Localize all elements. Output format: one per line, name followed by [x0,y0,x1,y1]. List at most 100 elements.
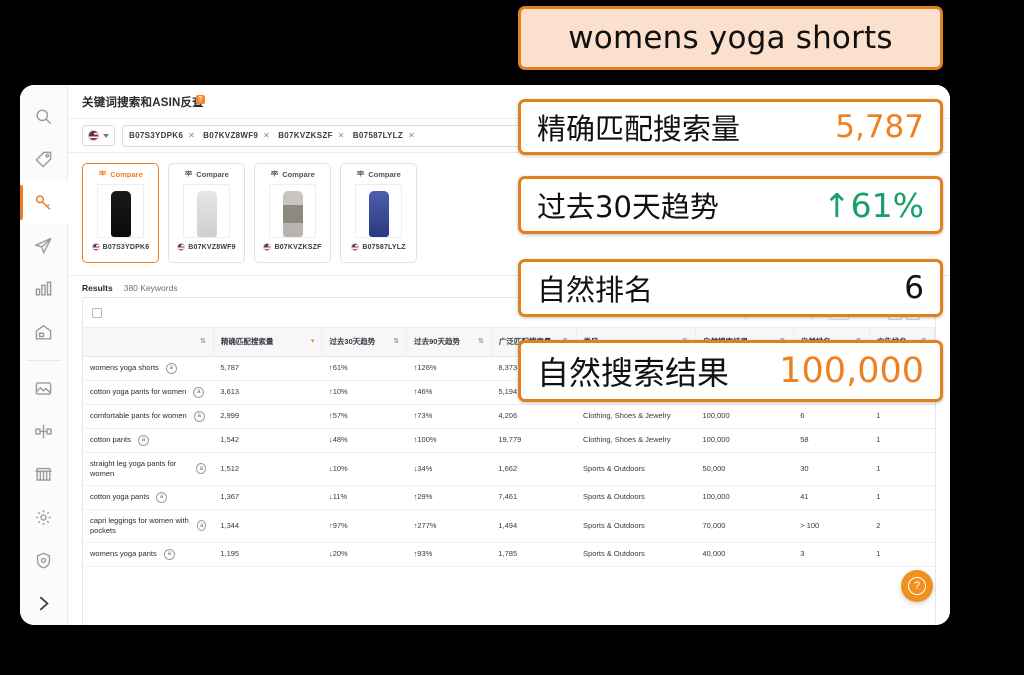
sidebar-expand-button[interactable] [20,582,68,625]
sort-icon[interactable]: ▾ [311,338,315,345]
column-label: 精确匹配搜索量 [221,336,274,347]
sort-icon[interactable]: ⇅ [393,338,399,345]
product-thumbnail [355,184,402,238]
cell-trend-90: ↑277% [407,509,492,542]
amazon-badge-icon[interactable]: a [197,520,206,531]
compare-icon [184,169,193,180]
table-row[interactable]: comfortable pants for womena2,999↑57%↑73… [83,404,935,428]
callout-exact-match-volume: 精确匹配搜索量 5,787 [518,99,943,155]
help-badge-icon[interactable]: ? [196,95,205,104]
amazon-badge-icon[interactable]: a [138,435,149,446]
results-label: Results [82,283,113,293]
compare-toggle[interactable]: Compare [184,169,229,180]
compare-label: Compare [282,170,315,179]
close-icon[interactable]: ✕ [338,131,345,140]
compare-toggle[interactable]: Compare [98,169,143,180]
callout-title-text: womens yoga shorts [568,20,893,56]
cell-organic-results: 100,000 [696,428,794,452]
compare-icon [270,169,279,180]
asin-chip[interactable]: B07587LYLZ ✕ [353,131,420,140]
asin-chip[interactable]: B07S3YDPK6 ✕ [129,131,200,140]
marketplace-select[interactable] [82,125,115,146]
storefront-icon [34,323,53,342]
cell-ad-rank: 1 [869,452,934,485]
table-row[interactable]: straight leg yoga pants for womena1,512↓… [83,452,935,485]
callout-organic-results: 自然搜索结果 100,000 [518,340,943,402]
sort-icon[interactable]: ⇅ [200,338,206,345]
sidebar-item-tag[interactable] [20,138,68,181]
table-row[interactable]: cotton pantsa1,542↓48%↑100%19,779Clothin… [83,428,935,452]
tag-icon [34,150,53,169]
compare-icon [356,169,365,180]
keyword-label: cotton pants [90,435,131,445]
cell-category: Sports & Outdoors [576,543,695,567]
close-icon[interactable]: ✕ [263,131,270,140]
table-row[interactable]: womens yoga pantsa1,195↓20%↑93%1,785Spor… [83,543,935,567]
asin-chip-label: B07S3YDPK6 [129,131,183,140]
close-icon[interactable]: ✕ [408,131,415,140]
callout-label: 自然搜索结果 [537,348,729,394]
column-header-exact-volume[interactable]: 精确匹配搜索量 ▾ [213,328,322,356]
callout-value: 6 [904,270,924,306]
callout-value: 100,000 [779,351,924,391]
results-count: 380 Keywords [124,283,178,293]
compare-toggle[interactable]: Compare [270,169,315,180]
sidebar-item-settings[interactable] [20,496,68,539]
table-row[interactable]: capri leggings for women with pocketsa1,… [83,509,935,542]
compare-label: Compare [110,170,143,179]
cell-trend-30: ↑97% [322,509,407,542]
amazon-badge-icon[interactable]: a [193,387,204,398]
product-card[interactable]: Compare B07KVZ8WF9 [168,163,245,263]
sidebar-item-campaigns[interactable] [20,224,68,267]
amazon-badge-icon[interactable]: a [194,411,205,422]
sidebar-item-compare[interactable] [20,410,68,453]
cell-organic-results: 100,000 [696,485,794,509]
keyword-label: womens yoga pants [90,549,157,559]
keyword-label: cotton yoga pants [90,492,149,502]
cell-exact-volume: 1,542 [213,428,322,452]
amazon-badge-icon[interactable]: a [166,363,177,374]
column-header-trend-30[interactable]: 过去30天趋势 ⇅ [322,328,407,356]
amazon-badge-icon[interactable]: a [196,463,206,474]
cell-trend-90: ↑126% [407,356,492,380]
sort-icon[interactable]: ⇅ [478,338,484,345]
select-all-checkbox[interactable] [92,308,102,318]
close-icon[interactable]: ✕ [188,131,195,140]
cell-organic-rank: 58 [793,428,869,452]
cell-trend-90: ↑29% [407,485,492,509]
cell-category: Clothing, Shoes & Jewelry [576,428,695,452]
callout-keyword-title: womens yoga shorts [518,6,943,70]
product-card[interactable]: Compare B07KVZKSZF [254,163,331,263]
column-header-trend-90[interactable]: 过去90天趋势 ⇅ [407,328,492,356]
compare-label: Compare [196,170,229,179]
sidebar-item-market[interactable] [20,453,68,496]
sidebar-item-images[interactable] [20,367,68,410]
cell-ad-rank: 1 [869,428,934,452]
compare-toggle[interactable]: Compare [356,169,401,180]
sidebar-item-analytics[interactable] [20,267,68,310]
sidebar-item-keyword[interactable] [20,181,68,224]
cell-trend-90: ↑46% [407,380,492,404]
asin-chip[interactable]: B07KVZ8WF9 ✕ [203,131,275,140]
sidebar-item-security[interactable] [20,539,68,582]
sidebar-item-store[interactable] [20,310,68,353]
column-header-keyword[interactable]: ⇅ [83,328,213,356]
amazon-badge-icon[interactable]: a [164,549,175,560]
sidebar-item-search[interactable] [20,95,68,138]
asin-chip-label: B07587LYLZ [353,131,403,140]
table-row[interactable]: cotton yoga pantsa1,367↓11%↑29%7,461Spor… [83,485,935,509]
amazon-badge-icon[interactable]: a [156,492,167,503]
cell-trend-30: ↓11% [322,485,407,509]
cell-keyword: cotton pants a [83,428,213,452]
keyword-label: straight leg yoga pants for women [90,459,189,479]
us-flag-icon [177,243,185,251]
market-icon [34,465,53,484]
asin-chip-label: B07KVZ8WF9 [203,131,258,140]
asin-chip[interactable]: B07KVZKSZF ✕ [278,131,350,140]
cell-broad-volume: 1,494 [491,509,576,542]
product-card[interactable]: Compare B07587LYLZ [340,163,417,263]
help-button[interactable]: ? [901,570,933,602]
shield-icon [34,551,53,570]
cell-organic-results: 70,000 [696,509,794,542]
product-card[interactable]: Compare B07S3YDPK6 [82,163,159,263]
